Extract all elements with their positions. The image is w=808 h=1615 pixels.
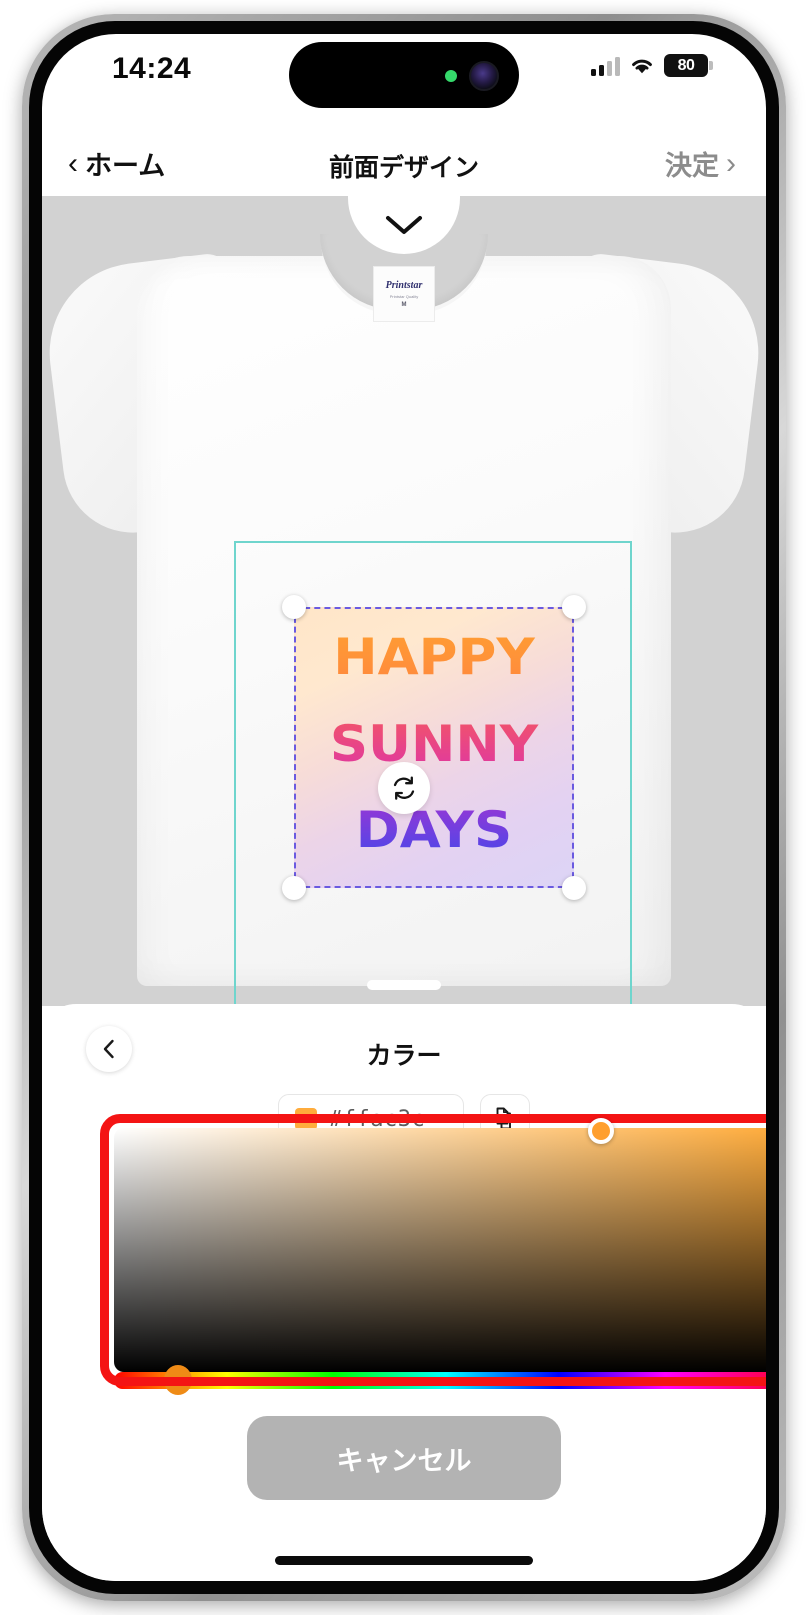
status-indicators: 80 <box>591 54 713 77</box>
dynamic-island <box>289 42 519 108</box>
nav-confirm-button[interactable]: 決定 › <box>665 144 736 183</box>
design-text-line-3: DAYS <box>294 805 574 855</box>
rotate-icon <box>393 776 415 800</box>
design-text-line-1: HAPPY <box>294 632 574 682</box>
tshirt-brand-label: Printstar Printstar Quality M <box>373 266 435 322</box>
resize-handle-bottom-right[interactable] <box>562 876 586 900</box>
size-label: M <box>401 302 407 308</box>
resize-handle-top-left[interactable] <box>282 595 306 619</box>
phone-frame: 14:24 80 ‹ ホーム 前面デザイン 決定 › Printstar Pri… <box>22 14 786 1601</box>
nav-back-button[interactable]: ‹ ホーム <box>68 144 165 183</box>
phone-screen: 14:24 80 ‹ ホーム 前面デザイン 決定 › Printstar Pri… <box>42 34 766 1581</box>
camera-indicator-dot <box>445 70 457 82</box>
resize-handle-bottom-left[interactable] <box>282 876 306 900</box>
chevron-right-icon: › <box>726 146 736 180</box>
chevron-left-icon: ‹ <box>68 146 78 180</box>
product-preview-canvas[interactable]: Printstar Printstar Quality M HAPPY SUNN… <box>42 196 766 1006</box>
design-image[interactable]: HAPPY SUNNY DAYS <box>294 607 574 888</box>
status-bar: 14:24 80 <box>42 34 766 108</box>
navigation-bar: ‹ ホーム 前面デザイン 決定 › <box>42 136 766 196</box>
color-swatch <box>295 1108 317 1130</box>
nav-confirm-label: 決定 <box>665 151 719 181</box>
wifi-icon <box>629 56 655 76</box>
saturation-value-picker[interactable] <box>114 1128 766 1372</box>
cellular-signal-icon <box>591 56 620 76</box>
rotate-button[interactable] <box>378 762 430 814</box>
sheet-back-button[interactable] <box>86 1026 132 1072</box>
battery-level: 80 <box>677 56 695 74</box>
chevron-down-icon <box>386 216 422 234</box>
design-text-line-2: SUNNY <box>294 719 574 769</box>
design-selection[interactable]: HAPPY SUNNY DAYS <box>282 595 586 900</box>
cancel-button-label: キャンセル <box>336 1445 472 1476</box>
sheet-grabber-handle[interactable] <box>367 980 441 990</box>
sheet-title: カラー <box>366 1042 442 1070</box>
status-time: 14:24 <box>112 52 192 85</box>
chevron-left-icon <box>103 1039 114 1059</box>
hue-slider[interactable] <box>114 1372 766 1389</box>
page-title: 前面デザイン <box>328 154 480 182</box>
hue-slider-handle[interactable] <box>164 1365 192 1395</box>
home-indicator <box>275 1556 533 1565</box>
brand-sub: Printstar Quality <box>389 294 419 299</box>
battery-icon: 80 <box>664 54 713 77</box>
resize-handle-top-right[interactable] <box>562 595 586 619</box>
brand-name: Printstar <box>385 280 423 291</box>
front-camera-icon <box>469 61 499 91</box>
nav-back-label: ホーム <box>85 151 166 181</box>
cancel-button[interactable]: キャンセル <box>247 1416 561 1500</box>
phone-bezel: 14:24 80 ‹ ホーム 前面デザイン 決定 › Printstar Pri… <box>29 21 779 1594</box>
saturation-value-handle[interactable] <box>588 1118 614 1144</box>
